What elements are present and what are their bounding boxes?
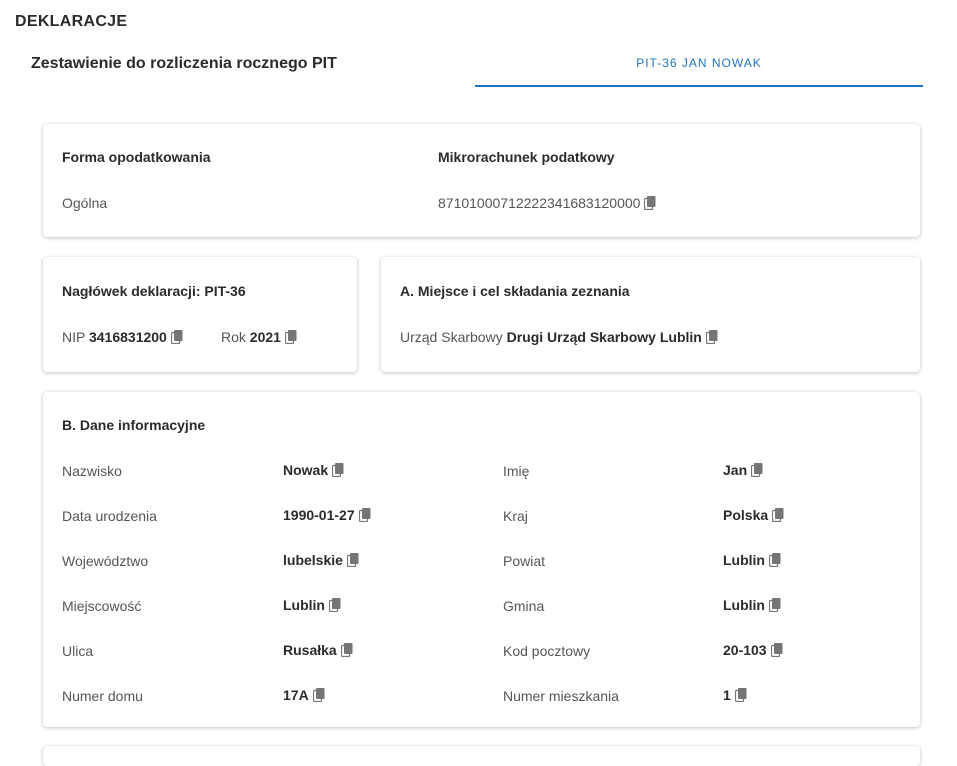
tab-label: PIT-36 JAN NOWAK [636,56,762,70]
copy-icon[interactable] [329,598,341,612]
field-value-row: Polska [723,507,784,523]
field-label: Kraj [503,508,528,524]
field-value: lubelskie [283,552,343,568]
field-value: 20-103 [723,642,767,658]
copy-icon[interactable] [770,643,783,657]
card-next [43,746,920,766]
copy-icon[interactable] [358,508,371,522]
card-dane-informacyjne: B. Dane informacyjne Nazwisko Nowak Data u… [43,392,920,727]
field-label: Ulica [62,643,94,659]
field-value-row: Lublin [723,552,781,568]
forma-label: Forma opodatkowania [62,149,211,165]
field-label: Numer domu [62,688,143,704]
field-label: Gmina [503,598,545,614]
field-value: 1 [723,687,731,703]
field-label: Miejscowość [62,598,142,614]
field-label: Nazwisko [62,463,122,479]
field-value: Lublin [283,597,325,613]
copy-icon[interactable] [332,463,344,477]
urzad-row: Urząd Skarbowy Drugi Urząd Skarbowy Lubl… [400,329,718,345]
copy-icon[interactable] [769,598,781,612]
urzad-value: Drugi Urząd Skarbowy Lublin [506,329,702,345]
field-label: Data urodzenia [62,508,157,524]
field-label: Numer mieszkania [503,688,619,704]
copy-icon[interactable] [644,196,656,210]
dane-title: B. Dane informacyjne [62,417,206,433]
mikrorachunek-label: Mikrorachunek podatkowy [438,149,615,165]
card-naglowek: Nagłówek deklaracji: PIT-36 NIP 34168312… [43,257,357,372]
field-value-row: Nowak [283,462,344,478]
copy-icon[interactable] [340,643,353,657]
field-value: Rusałka [283,642,337,658]
page-subtitle: Zestawienie do rozliczenia rocznego PIT [31,55,337,72]
mikrorachunek-value: 87101000712222341683120000 [438,195,641,211]
nip-row: NIP 3416831200 [62,329,183,345]
field-value-row: Jan [723,462,763,478]
field-label: Kod pocztowy [503,643,591,659]
card-forma-opodatkowania: Forma opodatkowania Ogólna Mikrorachunek… [43,124,920,237]
copy-icon[interactable] [170,330,183,344]
field-value-row: lubelskie [283,552,359,568]
field-value: Jan [723,462,748,478]
field-value: Lublin [723,552,765,568]
field-value-row: 20-103 [723,642,783,658]
copy-icon[interactable] [751,463,763,477]
field-value-row: 1 [723,687,747,703]
rok-label: Rok [221,329,246,345]
field-value-row: Lublin [283,597,341,613]
field-value-row: Lublin [723,597,781,613]
miejsce-title: A. Miejsce i cel składania zeznania [400,283,630,299]
naglowek-title: Nagłówek deklaracji: PIT-36 [62,283,246,299]
app-title: DEKLARACJE [15,13,128,30]
field-label: Powiat [503,553,546,569]
copy-icon[interactable] [312,688,325,702]
nip-label: NIP [62,329,86,345]
copy-icon[interactable] [284,330,297,344]
urzad-label: Urząd Skarbowy [400,329,503,345]
copy-icon[interactable] [734,688,747,702]
copy-icon[interactable] [705,330,718,344]
field-value: Lublin [723,597,765,613]
field-value: Nowak [283,462,329,478]
field-label: Imię [503,463,530,479]
field-value: 17A [283,687,309,703]
field-value: 1990-01-27 [283,507,355,523]
field-value: Polska [723,507,769,523]
copy-icon[interactable] [772,508,784,522]
copy-icon[interactable] [346,553,359,567]
copy-icon[interactable] [769,553,781,567]
field-label: Województwo [62,553,149,569]
mikrorachunek-row: 87101000712222341683120000 [438,195,656,211]
field-value-row: 17A [283,687,325,703]
rok-row: Rok 2021 [221,329,297,345]
rok-value: 2021 [249,329,281,345]
tab-pit36[interactable]: PIT-36 JAN NOWAK [475,42,923,87]
field-value-row: 1990-01-27 [283,507,371,523]
card-miejsce: A. Miejsce i cel składania zeznania Urzą… [381,257,920,372]
nip-value: 3416831200 [88,329,167,345]
field-value-row: Rusałka [283,642,353,658]
forma-value: Ogólna [62,195,108,211]
